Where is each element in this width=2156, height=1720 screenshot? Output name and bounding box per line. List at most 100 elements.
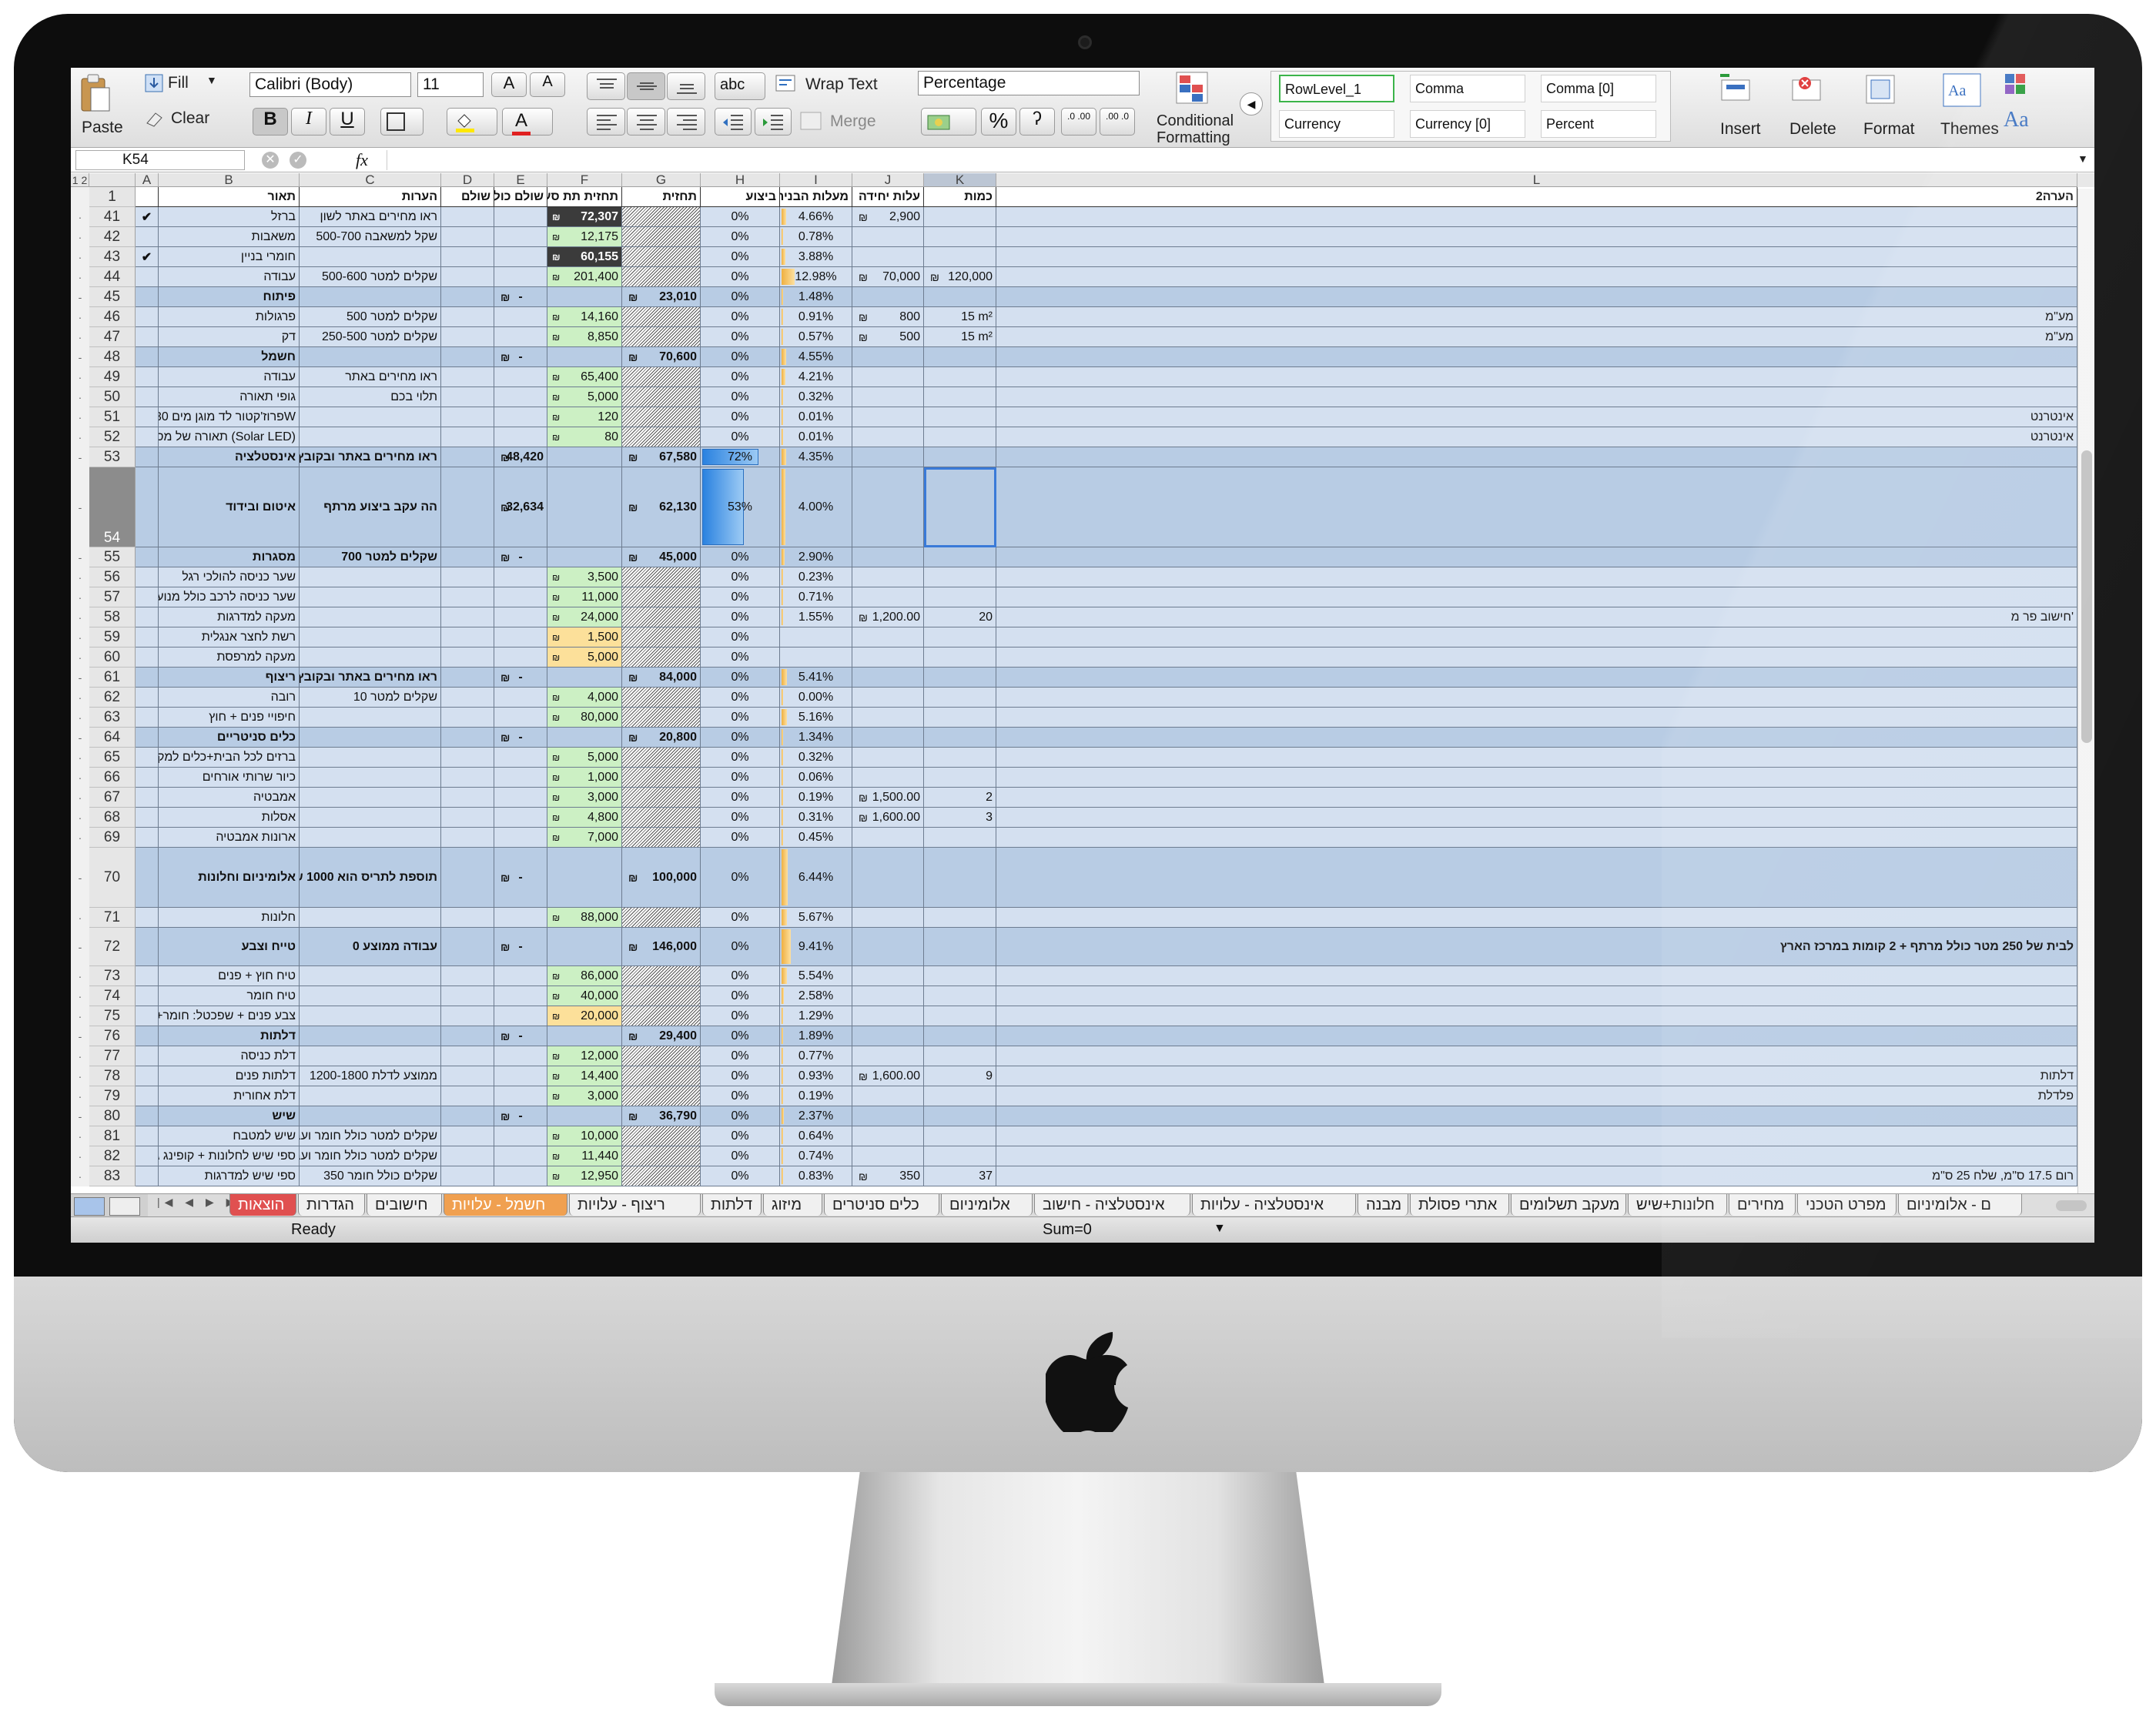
cell-a[interactable] [136, 347, 159, 367]
cell-j[interactable] [852, 567, 924, 587]
style-currency-0[interactable]: Currency [0] [1410, 110, 1525, 138]
cell-i[interactable]: 5.54% [780, 966, 852, 986]
cell-j[interactable]: ₪ 2,900 [852, 207, 924, 227]
cell-d[interactable] [441, 848, 494, 908]
cell-i[interactable]: 9.41% [780, 928, 852, 966]
cell-k[interactable] [924, 207, 996, 227]
cell-g[interactable] [622, 367, 701, 387]
cell-h[interactable]: 0% [701, 1046, 780, 1066]
cell-a[interactable] [136, 607, 159, 627]
cell-d[interactable] [441, 708, 494, 728]
cell-f[interactable] [547, 547, 622, 567]
cell-e[interactable] [494, 1006, 547, 1026]
cell-i[interactable]: 12.98% [780, 267, 852, 287]
cell-l[interactable] [996, 986, 2077, 1006]
cell-e[interactable]: ₪ - [494, 928, 547, 966]
outline-collapse-button[interactable]: - [71, 547, 89, 567]
cell-g[interactable]: ₪ 45,000 [622, 547, 701, 567]
row-number[interactable]: 77 [89, 1046, 136, 1066]
cell-f[interactable] [547, 728, 622, 748]
cell-h[interactable]: 0% [701, 327, 780, 347]
cell-f[interactable]: ₪ 120 [547, 407, 622, 427]
fill-color-button[interactable] [447, 108, 497, 136]
cell-b[interactable]: מסגרות [159, 547, 300, 567]
row-number[interactable]: 42 [89, 227, 136, 247]
cell-i[interactable]: 0.19% [780, 788, 852, 808]
conditional-formatting-button[interactable]: Conditional Formatting [1152, 69, 1237, 146]
cell-a[interactable] [136, 848, 159, 908]
cell-j[interactable] [852, 728, 924, 748]
row-number[interactable]: 55 [89, 547, 136, 567]
cell-i[interactable]: % מעלות הבניה [780, 187, 852, 207]
cell-d[interactable] [441, 788, 494, 808]
sheet-tab[interactable]: חלונות+שיש [1628, 1194, 1727, 1216]
cell-k[interactable] [924, 247, 996, 267]
cell-k[interactable] [924, 547, 996, 567]
cell-e[interactable]: ₪ - [494, 547, 547, 567]
cell-c[interactable] [300, 347, 441, 367]
cell-a[interactable] [136, 227, 159, 247]
cell-b[interactable]: טיח חומר [159, 986, 300, 1006]
cell-k[interactable] [924, 427, 996, 447]
cell-i[interactable]: 0.01% [780, 407, 852, 427]
cell-c[interactable] [300, 427, 441, 447]
cell-f[interactable]: ₪ 7,000 [547, 828, 622, 848]
cell-l[interactable] [996, 1126, 2077, 1146]
cell-h[interactable]: 0% [701, 607, 780, 627]
column-header-a[interactable]: A [136, 173, 159, 187]
wrap-text-button[interactable]: Wrap Text [775, 72, 890, 99]
cell-d[interactable] [441, 547, 494, 567]
sheet-tab[interactable]: הוצאות [229, 1194, 296, 1216]
cell-e[interactable] [494, 986, 547, 1006]
cell-h[interactable]: 0% [701, 1026, 780, 1046]
cell-k[interactable] [924, 227, 996, 247]
cell-i[interactable]: 2.37% [780, 1106, 852, 1126]
cell-f[interactable]: ₪ 4,000 [547, 688, 622, 708]
cell-l[interactable] [996, 287, 2077, 307]
cell-a[interactable] [136, 427, 159, 447]
sheet-tab[interactable]: ם - אלומיניום [1898, 1194, 2022, 1216]
cell-j[interactable] [852, 688, 924, 708]
align-middle-button[interactable] [627, 72, 665, 100]
cell-a[interactable] [136, 668, 159, 688]
cell-d[interactable] [441, 966, 494, 986]
cell-d[interactable]: שולם [441, 187, 494, 207]
cell-h[interactable]: 0% [701, 587, 780, 607]
cell-f[interactable] [547, 447, 622, 467]
cell-h[interactable]: 0% [701, 247, 780, 267]
cell-g[interactable] [622, 247, 701, 267]
cell-d[interactable] [441, 668, 494, 688]
cell-e[interactable]: ₪ 32,634 [494, 467, 547, 547]
cell-k[interactable] [924, 407, 996, 427]
cell-i[interactable]: 1.55% [780, 607, 852, 627]
cell-b[interactable]: דלתות פנים [159, 1066, 300, 1086]
cell-f[interactable]: ₪ 8,850 [547, 327, 622, 347]
cell-k[interactable]: ₪ 120,000 [924, 267, 996, 287]
cell-k[interactable]: 9 [924, 1066, 996, 1086]
row-number[interactable]: 79 [89, 1086, 136, 1106]
align-left-button[interactable] [587, 108, 625, 136]
cell-i[interactable]: 5.41% [780, 668, 852, 688]
cell-a[interactable] [136, 966, 159, 986]
cell-e[interactable] [494, 407, 547, 427]
cell-c[interactable] [300, 567, 441, 587]
cell-c[interactable]: הה עקב ביצוע מרתף [300, 467, 441, 547]
cell-e[interactable] [494, 768, 547, 788]
cell-a[interactable] [136, 1066, 159, 1086]
cell-e[interactable] [494, 267, 547, 287]
cell-f[interactable]: ₪ 80 [547, 427, 622, 447]
cell-l[interactable]: מע"מ [996, 307, 2077, 327]
row-number[interactable]: 76 [89, 1026, 136, 1046]
row-number[interactable]: 63 [89, 708, 136, 728]
cell-c[interactable] [300, 587, 441, 607]
row-number[interactable]: 50 [89, 387, 136, 407]
cell-c[interactable]: הערות [300, 187, 441, 207]
cell-f[interactable]: ₪ 11,000 [547, 587, 622, 607]
cell-l[interactable] [996, 648, 2077, 668]
cell-i[interactable] [780, 648, 852, 668]
style-comma[interactable]: Comma [1410, 75, 1525, 102]
increase-decimal-button[interactable]: .0 .00 [1061, 108, 1096, 136]
cell-e[interactable]: ₪ - [494, 287, 547, 307]
cell-b[interactable]: אסלות [159, 808, 300, 828]
cell-k[interactable] [924, 908, 996, 928]
